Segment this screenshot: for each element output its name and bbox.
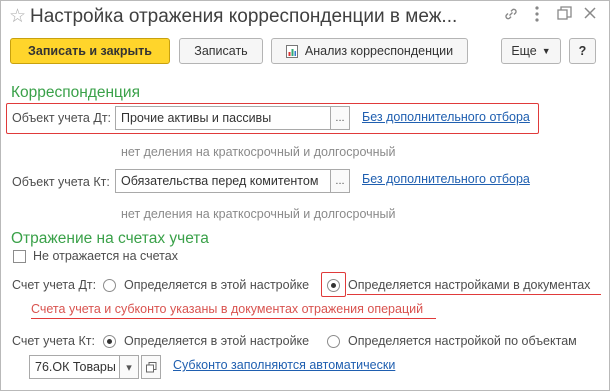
section-title-accounts: Отражение на счетах учета bbox=[11, 230, 209, 247]
subconto-link[interactable]: Субконто заполняются автоматически bbox=[173, 358, 395, 372]
star-icon[interactable]: ☆ bbox=[9, 5, 26, 28]
kt-account-radio-this-setting[interactable] bbox=[103, 335, 116, 348]
save-button[interactable]: Записать bbox=[179, 38, 263, 64]
kt-account-label: Счет учета Кт: bbox=[12, 334, 95, 348]
page-title: Настройка отражения корреспонденции в ме… bbox=[30, 6, 458, 27]
kt-account-option1-label: Определяется в этой настройке bbox=[124, 334, 310, 348]
analysis-button[interactable]: Анализ корреспонденции bbox=[271, 38, 468, 64]
dt-object-field[interactable]: Прочие активы и пассивы bbox=[115, 106, 331, 130]
dt-hint: нет деления на краткосрочный и долгосроч… bbox=[121, 145, 396, 159]
link-icon[interactable] bbox=[503, 6, 519, 27]
kt-account-field[interactable]: 76.ОК Товары bbox=[29, 355, 120, 379]
kt-account-dropdown-button[interactable]: ▾ bbox=[119, 355, 139, 379]
dt-account-radio-documents[interactable] bbox=[327, 279, 340, 292]
report-icon bbox=[285, 44, 298, 58]
kt-hint: нет деления на краткосрочный и долгосроч… bbox=[121, 207, 396, 221]
kt-object-label: Объект учета Кт: bbox=[12, 175, 110, 189]
save-and-close-button[interactable]: Записать и закрыть bbox=[10, 38, 170, 64]
kt-object-field[interactable]: Обязательства перед комитентом bbox=[115, 169, 331, 193]
copy-icon bbox=[145, 361, 157, 373]
dt-account-option2-label: Определяется настройками в документах bbox=[348, 278, 591, 292]
not-reflected-label: Не отражается на счетах bbox=[33, 249, 178, 263]
dt-object-picker-button[interactable]: ... bbox=[330, 106, 350, 130]
kt-filter-link[interactable]: Без дополнительного отбора bbox=[362, 172, 530, 186]
dt-account-note: Счета учета и субконто указаны в докумен… bbox=[31, 302, 424, 316]
not-reflected-checkbox[interactable] bbox=[13, 250, 26, 263]
chevron-down-icon: ▾ bbox=[126, 361, 132, 374]
highlight-underline-note bbox=[31, 318, 436, 319]
restore-window-icon[interactable] bbox=[557, 6, 572, 26]
copy-button[interactable] bbox=[141, 355, 161, 379]
dt-object-label: Объект учета Дт: bbox=[12, 111, 112, 125]
kt-account-radio-objects[interactable] bbox=[327, 335, 340, 348]
more-button[interactable]: Еще ▼ bbox=[501, 38, 561, 64]
section-title-correspondence: Корреспонденция bbox=[11, 84, 140, 101]
more-vertical-icon[interactable] bbox=[534, 5, 540, 28]
kt-account-option2-label: Определяется настройкой по объектам bbox=[348, 334, 577, 348]
dt-account-label: Счет учета Дт: bbox=[12, 278, 97, 292]
close-icon[interactable] bbox=[583, 6, 597, 25]
highlight-underline-option bbox=[347, 294, 601, 295]
help-button[interactable]: ? bbox=[569, 38, 596, 64]
dt-account-option1-label: Определяется в этой настройке bbox=[124, 278, 310, 292]
dt-account-radio-this-setting[interactable] bbox=[103, 279, 116, 292]
kt-object-picker-button[interactable]: ... bbox=[330, 169, 350, 193]
chevron-down-icon: ▼ bbox=[541, 46, 551, 56]
dt-filter-link[interactable]: Без дополнительного отбора bbox=[362, 110, 530, 124]
